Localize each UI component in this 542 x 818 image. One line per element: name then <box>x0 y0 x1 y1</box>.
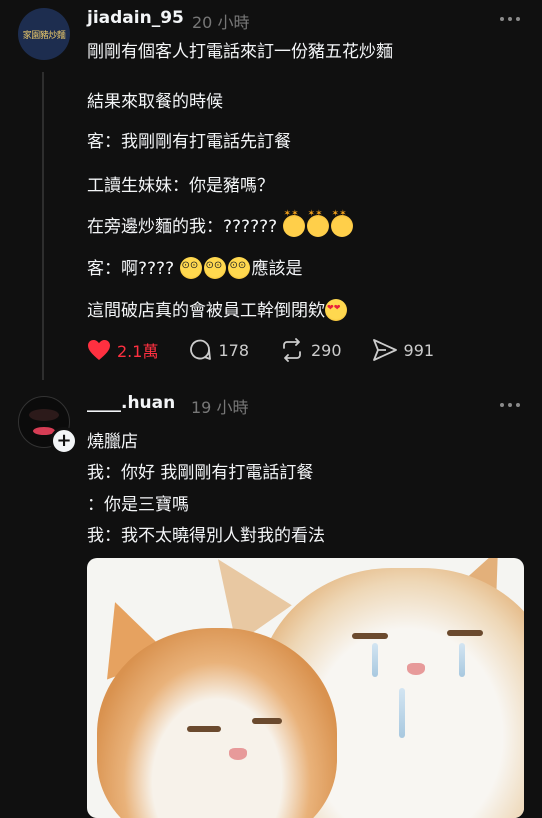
comment-count: 178 <box>218 340 249 360</box>
comment-button[interactable]: 178 <box>188 338 249 362</box>
cat-tear <box>399 688 405 738</box>
post-text-line: 我：我不太曉得別人對我的看法 <box>87 526 325 546</box>
heart-eyes-emoji <box>325 299 347 321</box>
post-username[interactable]: ____.huan <box>87 393 175 413</box>
cat-tear <box>372 643 378 677</box>
more-icon[interactable] <box>500 403 520 407</box>
cat-nose <box>229 748 247 760</box>
follow-plus-icon[interactable]: + <box>50 427 78 455</box>
post-text-line: 這間破店真的會被員工幹倒閉欸 <box>87 296 349 321</box>
like-button[interactable]: 2.1萬 <box>87 338 158 362</box>
repost-count: 290 <box>311 340 342 360</box>
share-button[interactable]: 991 <box>372 338 435 362</box>
cat-eye <box>187 726 221 732</box>
post-text: 在旁邊炒麵的我：?????? <box>87 217 278 237</box>
cat-left <box>97 628 337 818</box>
post-text: 這間破店真的會被員工幹倒閉欸 <box>87 301 325 321</box>
dizzy-face-emoji <box>330 209 353 237</box>
cat-eye <box>352 633 388 639</box>
comment-bubble-icon <box>190 339 212 360</box>
post-text-line: 燒臘店 <box>87 432 138 452</box>
share-count: 991 <box>403 340 435 360</box>
cat-nose <box>407 663 425 675</box>
more-icon[interactable] <box>500 17 520 21</box>
flushed-face-emoji <box>227 257 250 279</box>
post-username[interactable]: jiadain_95 <box>87 8 184 28</box>
thread-line <box>42 72 44 380</box>
like-count: 2.1萬 <box>117 342 159 361</box>
post-text: 客：啊???? <box>87 259 175 279</box>
send-icon <box>372 339 397 361</box>
post-text-line: 客：啊???? 應該是 <box>87 254 303 279</box>
avatar-logo-text: 家園豬炒麵 <box>22 30 66 41</box>
post-text-line: 工讀生妹妹：你是豬嗎？ <box>87 176 274 196</box>
cat-eye <box>447 630 483 636</box>
repost-button[interactable]: 290 <box>279 338 342 362</box>
dizzy-face-emoji <box>306 209 329 237</box>
dizzy-face-emoji <box>282 209 305 237</box>
post-text-line: 客：我剛剛有打電話先訂餐 <box>87 132 291 152</box>
post-image-crying-cats[interactable] <box>87 558 524 818</box>
post-text: 應該是 <box>251 259 303 279</box>
post-actions: 2.1萬 178 290 991 <box>87 338 464 362</box>
author-avatar[interactable]: 家園豬炒麵 <box>18 8 70 60</box>
post-timestamp: 20 小時 <box>192 13 250 32</box>
post-text-line: 結果來取餐的時候 <box>87 92 223 112</box>
flushed-face-emoji <box>179 257 202 279</box>
heart-filled-icon <box>88 340 110 360</box>
post-text-line: 剛剛有個客人打電話來訂一份豬五花炒麵 <box>87 42 393 62</box>
post-timestamp: 19 小時 <box>191 398 249 417</box>
post-text-line: 在旁邊炒麵的我：?????? <box>87 209 355 237</box>
cat-eye <box>252 718 282 724</box>
post-text-line: 我：你好 我剛剛有打電話訂餐 <box>87 463 314 483</box>
post-text-line: ：你是三寶嗎 <box>87 495 189 515</box>
repost-icon <box>283 338 301 362</box>
cat-tear <box>459 643 465 677</box>
flushed-face-emoji <box>203 257 226 279</box>
avatar-image <box>29 409 59 421</box>
